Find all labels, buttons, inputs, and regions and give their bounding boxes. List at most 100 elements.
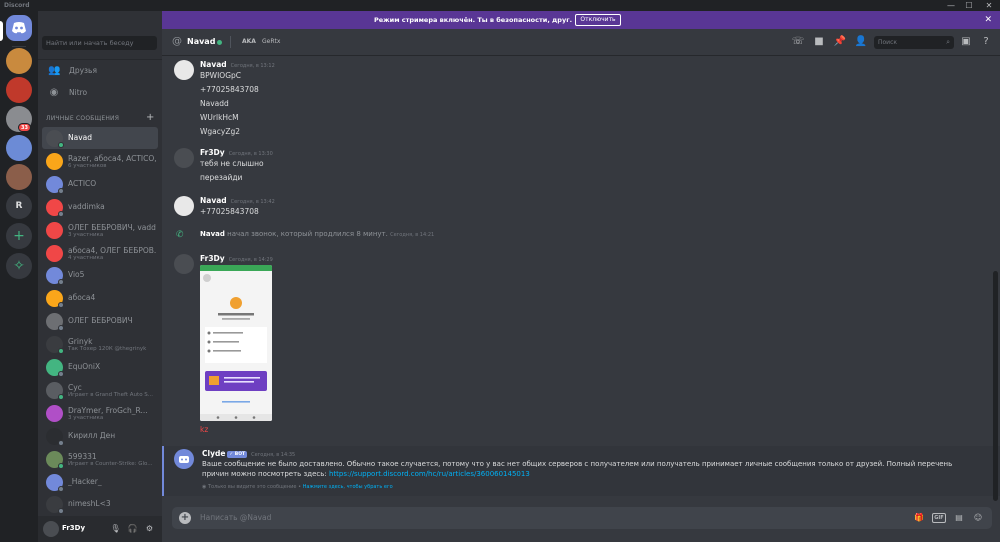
dm-item[interactable]: 599331 Играет в Counter-Strike: Glo... (42, 448, 158, 470)
dm-item[interactable]: ОЛЕГ БЕБРОВИЧ (42, 310, 158, 332)
server-icon-4[interactable] (6, 135, 32, 161)
ephemeral-note: ◉ Только вы видите это сообщение • Нажми… (202, 484, 393, 490)
home-button[interactable] (6, 15, 32, 41)
server-icon-5[interactable] (6, 164, 32, 190)
message-author[interactable]: Fr3Dy Сегодня, в 13:30 (200, 148, 273, 157)
find-conversation-input[interactable]: Найти или начать беседу (42, 36, 157, 50)
status-indicator (58, 187, 64, 194)
start-voice-call-icon[interactable]: ☏ (791, 35, 805, 49)
message-timestamp: Сегодня, в 14:29 (228, 257, 273, 263)
rail-separator (12, 46, 26, 47)
dm-item[interactable]: Vio5 (42, 264, 158, 286)
ephemeral-note-text: Только вы видите это сообщение • (207, 484, 303, 490)
message-input[interactable]: Написать @Navad (200, 507, 271, 529)
pinned-messages-icon[interactable]: 📌 (833, 35, 847, 49)
create-dm-icon[interactable]: + (146, 112, 154, 123)
alias-text: GeRtx (262, 38, 281, 45)
add-server-button[interactable]: + (6, 223, 32, 249)
close-banner-icon[interactable]: ✕ (984, 11, 992, 29)
gif-button[interactable]: GIF (932, 513, 946, 523)
dm-item[interactable]: Razer, абоса4, ACTICO,... 6 участников (42, 150, 158, 172)
status-indicator (58, 462, 64, 469)
dm-item[interactable]: Cyc Играет в Grand Theft Auto S... (42, 379, 158, 401)
dm-item[interactable]: Кирилл Ден (42, 425, 158, 447)
phone-icon: ✆ (176, 230, 184, 240)
message-author[interactable]: Navad Сегодня, в 13:12 (200, 60, 275, 69)
message-line: BPWIOGpC (200, 71, 242, 80)
message-author[interactable]: Fr3Dy Сегодня, в 14:29 (200, 254, 273, 263)
message-timestamp: Сегодня, в 13:42 (230, 199, 275, 205)
author-name: Navad (200, 60, 227, 69)
nav-nitro[interactable]: ◉ Nitro (42, 83, 158, 103)
dm-item[interactable]: Grinyk Так Тохер 120К @thegrinyk (42, 333, 158, 355)
dm-item[interactable]: vaddimka (42, 196, 158, 218)
scrollbar[interactable] (993, 271, 998, 501)
status-indicator (58, 325, 64, 332)
dm-section-header: ЛИЧНЫЕ СООБЩЕНИЯ (46, 115, 120, 122)
dm-item[interactable]: nimeshL<3 (42, 493, 158, 515)
author-avatar[interactable] (174, 148, 194, 168)
nitro-icon: ◉ (49, 87, 59, 98)
nav-friends-label: Друзья (69, 66, 97, 75)
dm-item[interactable]: DraYmer, FroGch_R... 3 участника (42, 402, 158, 424)
image-attachment[interactable] (200, 265, 272, 421)
disable-streamer-mode-button[interactable]: Отключить (575, 14, 621, 26)
avatar (46, 221, 63, 239)
user-avatar[interactable] (43, 521, 59, 537)
server-icon-2[interactable] (6, 77, 32, 103)
dm-item[interactable]: абоса4 (42, 287, 158, 309)
gift-icon[interactable]: 🎁 (913, 512, 925, 524)
friends-icon: 👥 (48, 65, 61, 76)
chat-header: @ Navad AKA GeRtx ☏ ■ 📌 👤 Поиск ⌕ ▣ ? (162, 29, 1000, 56)
nav-friends[interactable]: 👥 Друзья (42, 61, 158, 81)
message-line: +77025843708 (200, 207, 259, 216)
sticker-icon[interactable]: ▤ (953, 512, 965, 524)
active-pill (0, 21, 3, 41)
dm-item[interactable]: Navad (42, 127, 158, 149)
minimize-button[interactable]: — (944, 0, 958, 11)
screenshot-thumbnail (200, 265, 272, 421)
close-window-button[interactable]: ✕ (982, 0, 996, 11)
search-input[interactable]: Поиск ⌕ (874, 36, 954, 49)
dm-name: Vio5 (68, 270, 85, 280)
headphones-icon[interactable]: 🎧 (127, 523, 138, 534)
clyde-message-body: Ваше сообщение не было доставлено. Обычн… (202, 459, 972, 479)
author-avatar[interactable] (174, 254, 194, 274)
call-author[interactable]: Navad (200, 230, 225, 238)
message-author[interactable]: Navad Сегодня, в 13:42 (200, 196, 275, 205)
upload-plus-icon[interactable]: + (179, 512, 191, 524)
dm-item[interactable]: абоса4, ОЛЕГ БЕБРОВ... 4 участника (42, 242, 158, 264)
settings-gear-icon[interactable]: ⚙ (144, 523, 155, 534)
dm-name: Grinyk (68, 337, 93, 347)
mention-badge: 33 (18, 123, 31, 132)
status-indicator (58, 142, 64, 148)
message-author[interactable]: Clyde ✓ BOT Сегодня, в 14:35 (202, 449, 295, 458)
emoji-icon[interactable]: ☺ (972, 512, 984, 524)
status-indicator (58, 508, 64, 515)
clyde-system-message: Clyde ✓ BOT Сегодня, в 14:35 Ваше сообщени… (162, 446, 1000, 496)
microphone-icon[interactable]: 🎙 (110, 523, 121, 534)
dm-item[interactable]: ОЛЕГ БЕБРОВИЧ, vaddim...3 участника (42, 219, 158, 241)
clyde-bot-icon (179, 456, 189, 463)
author-avatar[interactable] (174, 60, 194, 80)
dm-item[interactable]: EquOniX (42, 356, 158, 378)
author-avatar[interactable] (174, 196, 194, 216)
maximize-button[interactable]: ☐ (962, 0, 976, 11)
support-link[interactable]: https://support.discord.com/hc/ru/articl… (329, 470, 530, 478)
dismiss-message-link[interactable]: Нажмите здесь, чтобы убрать его (303, 484, 393, 490)
start-video-call-icon[interactable]: ■ (812, 35, 826, 49)
server-icon-r[interactable]: R (6, 193, 32, 219)
explore-servers-button[interactable]: ✧ (6, 253, 32, 279)
bot-badge: ✓ BOT (227, 450, 248, 458)
add-friends-to-dm-icon[interactable]: 👤 (854, 35, 868, 49)
help-icon[interactable]: ? (979, 35, 993, 49)
dm-item[interactable]: ACTICO (42, 173, 158, 195)
channel-title: Navad (187, 37, 216, 46)
server-icon-1[interactable] (6, 48, 32, 74)
online-status-dot (217, 40, 222, 45)
status-indicator (58, 485, 64, 492)
dm-item[interactable]: _Hacker_ (42, 471, 158, 493)
dm-subtitle: Играет в Counter-Strike: Glo... (68, 460, 153, 467)
discord-logo-icon (12, 22, 26, 34)
inbox-icon[interactable]: ▣ (959, 35, 973, 49)
